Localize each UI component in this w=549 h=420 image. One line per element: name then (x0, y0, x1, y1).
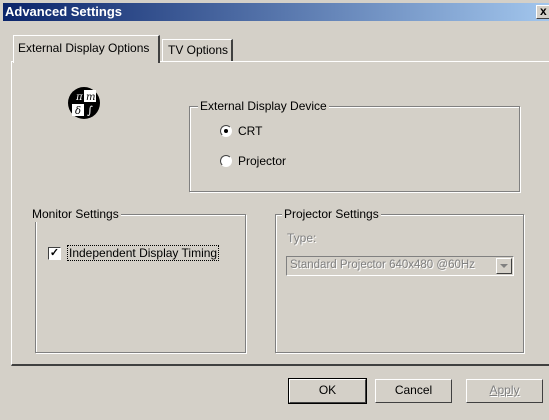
checkbox-label: Independent Display Timing (67, 245, 220, 261)
tab-tv-options[interactable]: TV Options (162, 39, 233, 61)
button-label: Cancel (394, 383, 433, 397)
external-display-device-group: External Display Device CRT Projector (189, 99, 520, 192)
title-bar[interactable]: Advanced Settings x (3, 3, 549, 21)
radio-projector[interactable]: Projector (220, 154, 286, 168)
cancel-button[interactable]: Cancel (375, 379, 452, 403)
button-label: Apply (489, 383, 520, 397)
logo-glyph-integral: ∫ (87, 104, 93, 117)
radio-indicator[interactable] (220, 155, 232, 167)
math-logo-icon: π m δ ∫ (68, 87, 100, 119)
monitor-settings-group: Monitor Settings ✓ Independent Display T… (30, 207, 246, 353)
dropdown-value: Standard Projector 640x480 @60Hz (290, 259, 475, 271)
close-button[interactable]: x (536, 5, 549, 19)
logo-glyph-pi: π (75, 92, 83, 103)
chevron-down-icon[interactable] (496, 258, 512, 274)
projector-settings-group: Projector Settings Type: Standard Projec… (275, 207, 524, 353)
radio-label: Projector (238, 154, 287, 168)
checkmark-icon[interactable]: ✓ (48, 246, 61, 260)
radio-crt[interactable]: CRT (220, 124, 262, 138)
group-legend: External Display Device (198, 99, 329, 114)
button-label: OK (318, 383, 337, 397)
apply-button[interactable]: Apply (466, 379, 543, 403)
independent-display-timing-checkbox[interactable]: ✓ Independent Display Timing (48, 245, 220, 261)
group-legend: Projector Settings (282, 207, 381, 222)
logo-glyph-delta: δ (75, 106, 81, 117)
radio-indicator[interactable] (220, 125, 232, 137)
projector-type-dropdown[interactable]: Standard Projector 640x480 @60Hz (286, 256, 514, 276)
dialog-title: Advanced Settings (5, 4, 123, 19)
radio-label: CRT (238, 124, 263, 138)
advanced-settings-dialog: Advanced Settings x External Display Opt… (0, 0, 549, 420)
close-icon: x (540, 4, 547, 18)
group-legend: Monitor Settings (30, 207, 121, 222)
type-label: Type: (287, 231, 317, 245)
ok-button[interactable]: OK (288, 378, 367, 404)
tab-panel: π m δ ∫ External Display Device CRT Proj… (11, 61, 549, 366)
logo-glyph-m: m (86, 92, 95, 103)
tab-label: TV Options (168, 43, 229, 57)
tab-label: External Display Options (18, 41, 150, 55)
tab-external-display-options[interactable]: External Display Options (13, 35, 160, 63)
